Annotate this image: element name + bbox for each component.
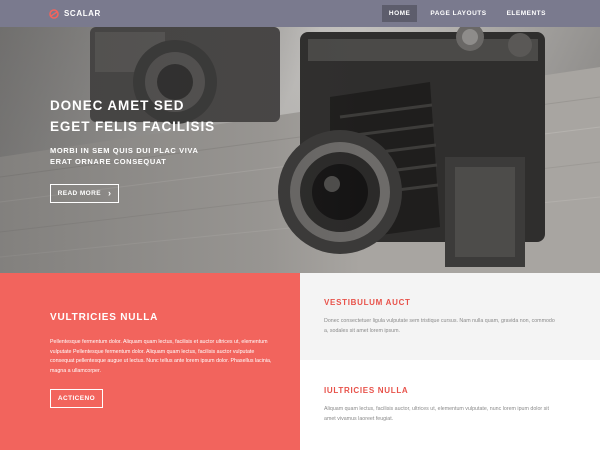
feature-right-bottom-body: Aliquam quam lectus, facilisis auctor, u… [324,406,549,422]
hero-subtitle-line: MORBI IN SEM QUIS DUI PLAC VIVA [50,146,199,155]
hero-banner: DONEC AMET SED EGET FELIS FACILISIS MORB… [0,27,600,273]
nav-link-page-layouts[interactable]: PAGE LAYOUTS [423,5,493,22]
feature-right-top-body: Donec consectetuer ligula vulputate sem … [324,318,555,334]
hero-title: DONEC AMET SED EGET FELIS FACILISIS [50,95,310,137]
feature-left-panel: VULTRICIES NULLA Pellentesque fermentum … [0,273,300,450]
nav-link-home[interactable]: HOME [381,5,418,22]
hero-title-line: DONEC AMET SED [50,98,185,113]
feature-right-top-panel: VESTIBULUM AUCT Donec consectetuer ligul… [300,273,600,360]
feature-left-heading: VULTRICIES NULLA [50,312,159,323]
feature-right-bottom-panel: IULTRICIES NULLA Aliquam quam lectus, fa… [300,360,600,450]
feature-left-body: Pellentesque fermentum dolor. Aliquam qu… [50,339,272,374]
feature-right-top-heading: VESTIBULUM AUCT [324,298,411,307]
feature-right-bottom-heading: IULTRICIES NULLA [324,386,409,395]
read-more-label: READ MORE [57,190,101,197]
scalar-logo-icon [49,8,59,19]
top-nav-bar: SCALAR HOME PAGE LAYOUTS ELEMENTS [0,0,600,27]
nav-link-elements[interactable]: ELEMENTS [500,5,553,22]
hero-title-line: EGET FELIS FACILISIS [50,119,216,134]
read-more-button[interactable]: READ MORE › [50,184,119,203]
brand-name: SCALAR [64,9,101,18]
chevron-right-icon: › [107,188,112,198]
brand-logo[interactable]: SCALAR [49,8,101,19]
hero-subtitle-line: ERAT ORNARE CONSEQUAT [50,157,167,166]
nav-menu: HOME PAGE LAYOUTS ELEMENTS [376,5,553,22]
hero-subtitle: MORBI IN SEM QUIS DUI PLAC VIVA ERAT ORN… [50,145,290,167]
feature-left-button[interactable]: ACTICENO [50,389,103,408]
